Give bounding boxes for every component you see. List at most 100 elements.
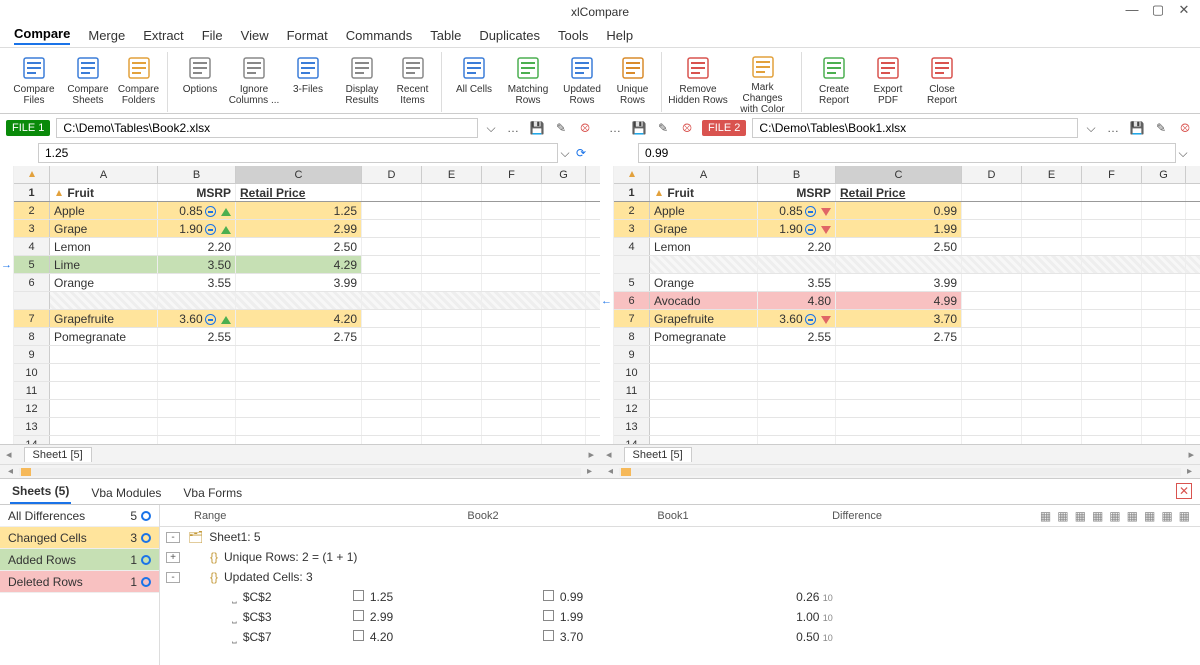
sync-icon[interactable]: ⟳ <box>572 144 590 162</box>
cell-value-input-left[interactable] <box>38 143 558 163</box>
delete-icon[interactable]: ⮾ <box>678 119 696 137</box>
menu-view[interactable]: View <box>241 28 269 43</box>
tree-row[interactable]: +{}Unique Rows: 2 = (1 + 1) <box>160 547 1200 567</box>
grid-left[interactable]: →ABCDEFG1 FruitMSRPRetail Price2Apple0.8… <box>0 166 600 444</box>
ribbon-create[interactable]: CreateReport <box>808 52 860 112</box>
cell[interactable]: 3.99 <box>836 274 962 291</box>
menu-commands[interactable]: Commands <box>346 28 412 43</box>
hscroll-left[interactable]: ◂▸ <box>0 464 600 478</box>
grid-right[interactable]: ←ABCDEFG1 FruitMSRPRetail Price2Apple0.8… <box>600 166 1200 444</box>
cell[interactable]: 1.90 <box>158 220 236 237</box>
grid-icon[interactable]: ▦ <box>1040 509 1051 523</box>
cell[interactable]: 2.99 <box>236 220 362 237</box>
col-header-C[interactable]: C <box>236 166 362 183</box>
cell[interactable]: Orange <box>650 274 758 291</box>
cell[interactable]: 3.50 <box>158 256 236 273</box>
nav-prev-icon[interactable]: ◂ <box>600 448 618 461</box>
ribbon-recent[interactable]: RecentItems <box>390 52 442 112</box>
row-header[interactable]: 13 <box>14 418 50 435</box>
merge-icon[interactable]: ▦ <box>1144 509 1155 523</box>
path-dropdown-icon[interactable]: ⌵ <box>1084 121 1098 136</box>
row-header-1[interactable]: 1 <box>14 184 50 201</box>
link-icon[interactable]: ▦ <box>1179 509 1190 523</box>
edit-icon[interactable]: ✎ <box>1152 119 1170 137</box>
menu-extract[interactable]: Extract <box>143 28 183 43</box>
row-header[interactable]: 8 <box>614 328 650 345</box>
cell[interactable]: 0.85 <box>158 202 236 219</box>
italic-icon[interactable]: ▦ <box>1109 509 1120 523</box>
delete-icon[interactable]: ⮾ <box>576 119 594 137</box>
ribbon-export[interactable]: ExportPDF <box>862 52 914 112</box>
row-header[interactable]: 2 <box>614 202 650 219</box>
legend-row[interactable]: Added Rows1 <box>0 549 159 571</box>
tree-row[interactable]: ⎵$C$32.991.991.00 10 <box>160 607 1200 627</box>
nav-next-icon[interactable]: ▸ <box>582 448 600 461</box>
sheet-tab[interactable]: Sheet1 [5] <box>24 447 92 462</box>
value-dropdown-icon[interactable]: ⌵ <box>1176 146 1190 161</box>
ribbon-all-cells[interactable]: All Cells <box>448 52 500 112</box>
row-header[interactable]: 3 <box>14 220 50 237</box>
row-header[interactable]: 2 <box>14 202 50 219</box>
row-header[interactable]: 13 <box>614 418 650 435</box>
value-dropdown-icon[interactable]: ⌵ <box>558 146 572 161</box>
cell[interactable]: 2.75 <box>236 328 362 345</box>
cell[interactable]: 2.20 <box>758 238 836 255</box>
row-header[interactable]: 12 <box>614 400 650 417</box>
checkbox[interactable] <box>543 590 554 601</box>
cell[interactable]: Apple <box>50 202 158 219</box>
menu-file[interactable]: File <box>202 28 223 43</box>
row-header[interactable]: 12 <box>14 400 50 417</box>
menu-tools[interactable]: Tools <box>558 28 588 43</box>
col-header-D[interactable]: D <box>362 166 422 183</box>
col-header-F[interactable]: F <box>1082 166 1142 183</box>
legend-row[interactable]: All Differences5 <box>0 505 159 527</box>
cell[interactable]: 2.75 <box>836 328 962 345</box>
row-header[interactable]: 9 <box>14 346 50 363</box>
menu-table[interactable]: Table <box>430 28 461 43</box>
diff-tab[interactable]: Sheets (5) <box>10 480 71 504</box>
cell[interactable]: Grapefruite <box>50 310 158 327</box>
maximize-icon[interactable]: ▢ <box>1148 2 1168 18</box>
cell[interactable]: Lemon <box>650 238 758 255</box>
bold-icon[interactable]: ▦ <box>1127 509 1138 523</box>
cell[interactable]: 0.85 <box>758 202 836 219</box>
cell[interactable]: Pomegranate <box>50 328 158 345</box>
cell[interactable]: 1.99 <box>836 220 962 237</box>
copy-icon[interactable]: ▦ <box>1092 509 1103 523</box>
cell[interactable]: Lime <box>50 256 158 273</box>
ribbon-updated[interactable]: UpdatedRows <box>556 52 608 112</box>
ribbon-display[interactable]: DisplayResults <box>336 52 388 112</box>
cell[interactable]: 3.55 <box>758 274 836 291</box>
cell[interactable]: 3.60 <box>758 310 836 327</box>
ribbon-compare[interactable]: CompareFolders <box>116 52 168 112</box>
row-header[interactable]: 4 <box>614 238 650 255</box>
checkbox[interactable] <box>543 610 554 621</box>
cell[interactable]: 2.20 <box>158 238 236 255</box>
menu-compare[interactable]: Compare <box>14 26 70 45</box>
scroll-left-icon[interactable]: ◂ <box>608 466 613 477</box>
path-input-right[interactable] <box>752 118 1078 138</box>
edit-icon[interactable]: ✎ <box>654 119 672 137</box>
edit-icon[interactable]: ✎ <box>552 119 570 137</box>
menu-help[interactable]: Help <box>606 28 633 43</box>
row-header[interactable]: 6 <box>614 292 650 309</box>
col-header-A[interactable]: A <box>650 166 758 183</box>
cell[interactable]: Lemon <box>50 238 158 255</box>
row-header[interactable]: 6 <box>14 274 50 291</box>
cell[interactable]: 4.29 <box>236 256 362 273</box>
row-header[interactable]: 10 <box>14 364 50 381</box>
nav-prev-icon[interactable]: ◂ <box>0 448 18 461</box>
col-header-E[interactable]: E <box>1022 166 1082 183</box>
ribbon-unique[interactable]: UniqueRows <box>610 52 662 112</box>
diff-tab[interactable]: Vba Forms <box>181 482 244 504</box>
cell[interactable]: Orange <box>50 274 158 291</box>
col-header-A[interactable]: A <box>50 166 158 183</box>
col-header-B[interactable]: B <box>758 166 836 183</box>
cell[interactable]: 1.90 <box>758 220 836 237</box>
row-header[interactable]: 11 <box>614 382 650 399</box>
ribbon-ignore[interactable]: IgnoreColumns ... <box>228 52 280 112</box>
row-header[interactable]: 5 <box>14 256 50 273</box>
row-header[interactable]: 5 <box>614 274 650 291</box>
ribbon-close[interactable]: CloseReport <box>916 52 968 112</box>
cell[interactable]: 3.99 <box>236 274 362 291</box>
